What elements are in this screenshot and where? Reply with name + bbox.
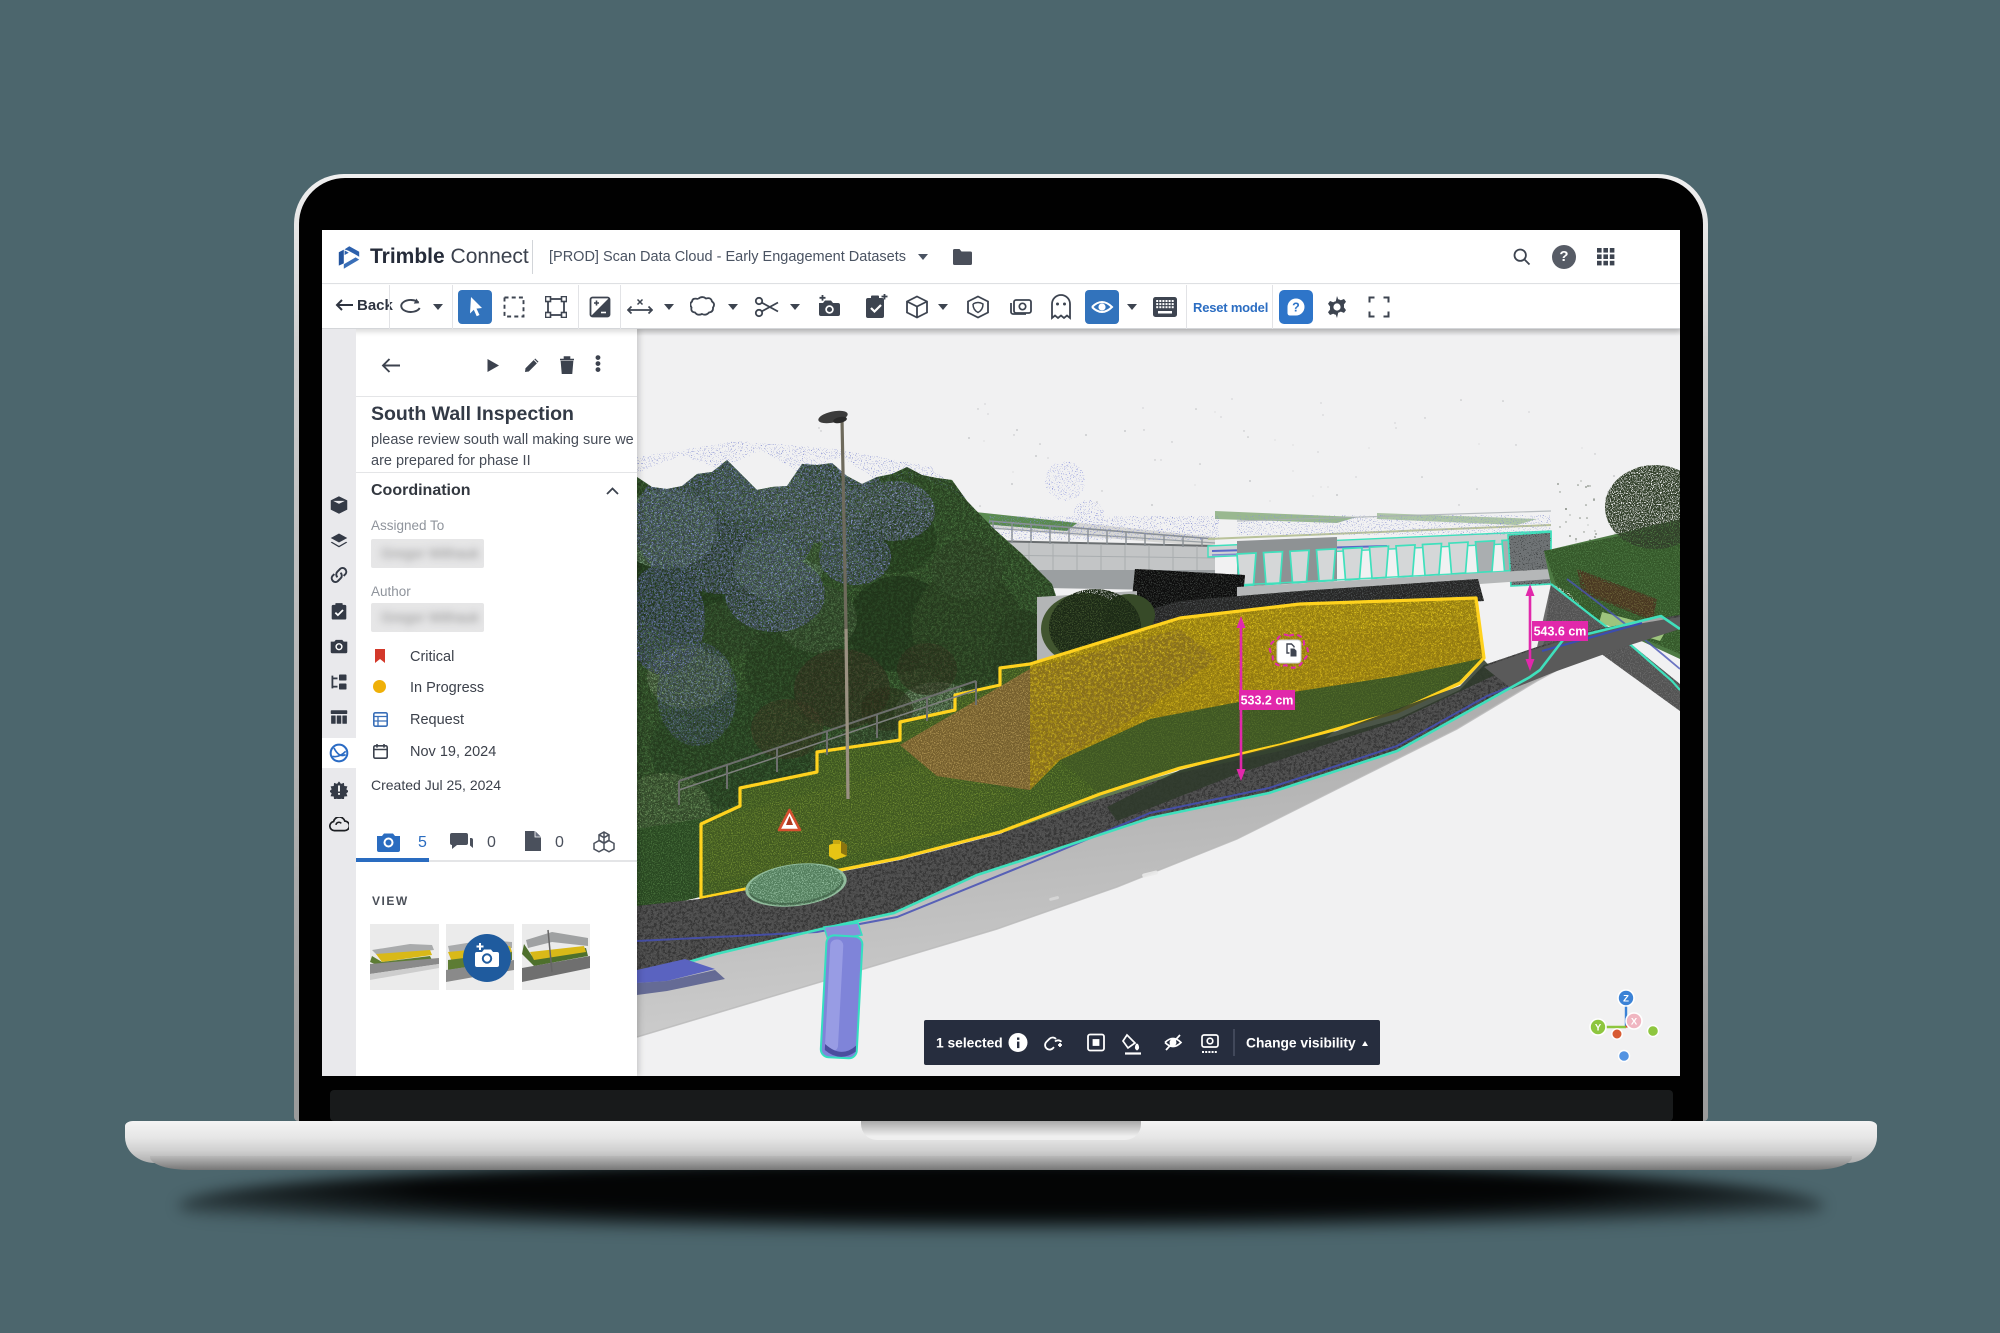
svg-text:X: X (1631, 1017, 1638, 1028)
svg-text:Change visibility: Change visibility (1246, 1036, 1356, 1051)
svg-text:Y: Y (1595, 1023, 1602, 1034)
svg-text:Z: Z (1623, 994, 1629, 1005)
svg-text:533.2 cm: 533.2 cm (1241, 694, 1294, 708)
svg-text:?: ? (1292, 301, 1300, 315)
svg-text:1 selected: 1 selected (936, 1036, 1003, 1051)
svg-text:543.6 cm: 543.6 cm (1534, 625, 1587, 639)
